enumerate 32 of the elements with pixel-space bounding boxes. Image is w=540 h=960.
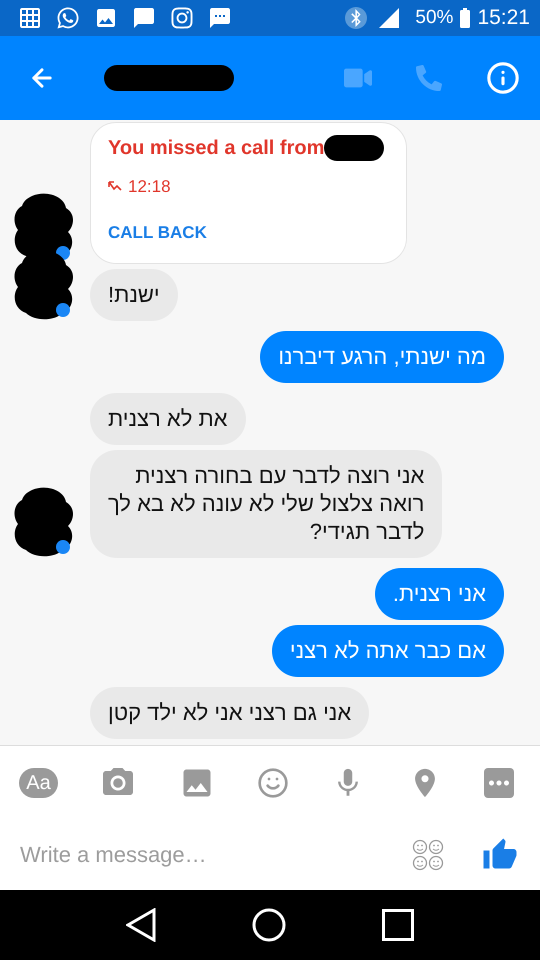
bluetooth-icon [345, 7, 368, 29]
instagram-icon [170, 6, 194, 30]
message-input[interactable]: Write a message… [18, 841, 412, 869]
smiley-icon[interactable] [256, 767, 289, 799]
message-bubble: מה ישנתי, הרגע דיברנו [260, 331, 504, 383]
message-bubble: אני גם רצני אני לא ילד קטן [90, 687, 370, 739]
home-circle-icon[interactable] [252, 908, 286, 942]
more-icon[interactable] [484, 768, 514, 798]
chat-bubble-icon [132, 6, 156, 30]
missed-call-arrow-icon [108, 181, 122, 193]
redacted-name [324, 135, 384, 161]
text-style-button[interactable]: Aa [19, 768, 58, 798]
battery-percent: 50% [415, 7, 454, 29]
message-bubble: אני רצנית. [374, 568, 504, 620]
signal-icon [377, 6, 402, 30]
missed-call-title: You missed a call from [108, 136, 324, 160]
call-time: 12:18 [128, 177, 171, 197]
image-icon [94, 6, 118, 30]
whatsapp-icon [56, 6, 80, 30]
back-triangle-icon[interactable] [126, 908, 156, 942]
message-bubble: את לא רצנית [90, 393, 246, 445]
recents-square-icon[interactable] [382, 909, 414, 941]
message-icon [208, 6, 232, 30]
message-bubble: ישנת! [90, 269, 178, 321]
emoji-faces-icon[interactable] [412, 839, 444, 871]
info-icon[interactable] [486, 61, 520, 95]
clock: 15:21 [477, 6, 530, 30]
calendar-grid-icon [18, 6, 42, 30]
message-bubble: אני רוצה לדבר עם בחורה רצנית רואה צלצול שלי לא עונה לא בא לך לדבר תגידי? [90, 450, 442, 558]
call-back-link[interactable]: CALL BACK [108, 223, 207, 243]
phone-icon[interactable] [416, 65, 442, 91]
message-bubble: אם כבר אתה לא רצני [272, 625, 504, 677]
